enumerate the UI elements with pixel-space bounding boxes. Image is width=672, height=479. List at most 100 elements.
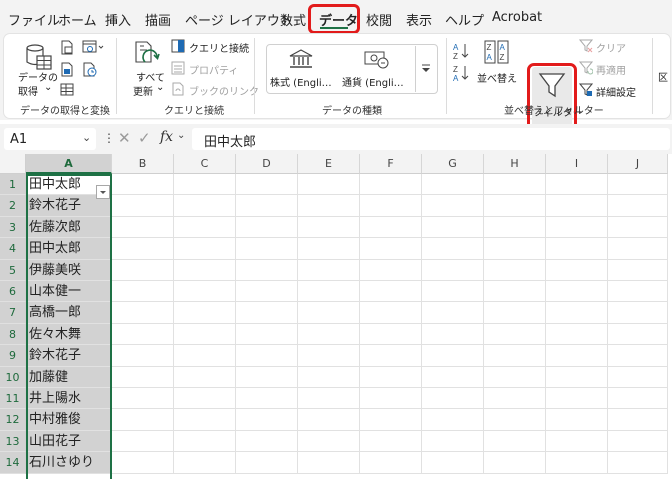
cell-h1[interactable] bbox=[484, 174, 546, 196]
row-header-5[interactable]: 5 bbox=[0, 259, 26, 281]
menu-help[interactable]: ヘルプ bbox=[445, 10, 484, 29]
cell-a10[interactable]: 加藤健 bbox=[26, 366, 112, 388]
cell-f12[interactable] bbox=[360, 409, 422, 431]
cell-i12[interactable] bbox=[546, 409, 608, 431]
formula-input[interactable]: 田中太郎 bbox=[192, 128, 670, 150]
cell-e14[interactable] bbox=[298, 452, 360, 474]
row-header-3[interactable]: 3 bbox=[0, 216, 26, 239]
cell-g6[interactable] bbox=[422, 281, 484, 303]
cell-d6[interactable] bbox=[236, 281, 298, 303]
cell-f13[interactable] bbox=[360, 430, 422, 453]
cell-j1[interactable] bbox=[608, 174, 668, 196]
cell-j2[interactable] bbox=[608, 195, 668, 217]
queries-connections-button[interactable]: クエリと接続 bbox=[189, 40, 249, 55]
cell-b9[interactable] bbox=[112, 345, 174, 367]
cell-c6[interactable] bbox=[174, 281, 236, 303]
cell-h7[interactable] bbox=[484, 302, 546, 324]
cell-h8[interactable] bbox=[484, 323, 546, 346]
menu-review[interactable]: 校閲 bbox=[366, 10, 392, 29]
cell-a5[interactable]: 伊藤美咲 bbox=[26, 259, 112, 281]
cell-j14[interactable] bbox=[608, 452, 668, 474]
cell-b5[interactable] bbox=[112, 259, 174, 281]
column-header-d[interactable]: D bbox=[236, 154, 298, 174]
row-header-4[interactable]: 4 bbox=[0, 238, 26, 260]
cell-c1[interactable] bbox=[174, 174, 236, 196]
column-header-c[interactable]: C bbox=[174, 154, 236, 174]
cell-d4[interactable] bbox=[236, 238, 298, 260]
cell-d1[interactable] bbox=[236, 174, 298, 196]
cell-e7[interactable] bbox=[298, 302, 360, 324]
cell-d9[interactable] bbox=[236, 345, 298, 367]
row-header-2[interactable]: 2 bbox=[0, 195, 26, 217]
currencies-button[interactable]: 通貨 (Engli… bbox=[342, 74, 404, 89]
cell-j9[interactable] bbox=[608, 345, 668, 367]
currencies-icon[interactable] bbox=[364, 48, 390, 70]
cell-e4[interactable] bbox=[298, 238, 360, 260]
cell-f7[interactable] bbox=[360, 302, 422, 324]
cell-f4[interactable] bbox=[360, 238, 422, 260]
cell-a14[interactable]: 石川さゆり bbox=[26, 452, 112, 474]
cell-a4[interactable]: 田中太郎 bbox=[26, 238, 112, 260]
cell-i8[interactable] bbox=[546, 323, 608, 346]
cell-e13[interactable] bbox=[298, 430, 360, 453]
advanced-filter-button[interactable]: 詳細設定 bbox=[596, 84, 636, 99]
sort-descending-icon[interactable]: Z A bbox=[452, 64, 470, 82]
column-header-i[interactable]: I bbox=[546, 154, 608, 174]
cell-h9[interactable] bbox=[484, 345, 546, 367]
cell-i13[interactable] bbox=[546, 430, 608, 453]
cell-e10[interactable] bbox=[298, 366, 360, 388]
cell-c7[interactable] bbox=[174, 302, 236, 324]
cell-f2[interactable] bbox=[360, 195, 422, 217]
cell-g8[interactable] bbox=[422, 323, 484, 346]
cell-a7[interactable]: 高橋一郎 bbox=[26, 302, 112, 324]
cancel-icon[interactable]: ✕ bbox=[118, 129, 131, 147]
cell-c8[interactable] bbox=[174, 323, 236, 346]
cell-f8[interactable] bbox=[360, 323, 422, 346]
column-header-e[interactable]: E bbox=[298, 154, 360, 174]
cell-a6[interactable]: 山本健一 bbox=[26, 281, 112, 303]
cell-a11[interactable]: 井上陽水 bbox=[26, 388, 112, 410]
row-header-13[interactable]: 13 bbox=[0, 430, 26, 453]
column-header-b[interactable]: B bbox=[112, 154, 174, 174]
insert-function-icon[interactable]: fx bbox=[160, 129, 173, 145]
sort-ascending-icon[interactable]: A Z bbox=[452, 42, 470, 60]
cell-e1[interactable] bbox=[298, 174, 360, 196]
cell-i9[interactable] bbox=[546, 345, 608, 367]
cell-h3[interactable] bbox=[484, 216, 546, 239]
cell-g1[interactable] bbox=[422, 174, 484, 196]
name-box-chevron-icon[interactable]: ⌄ bbox=[82, 131, 91, 144]
cell-b8[interactable] bbox=[112, 323, 174, 346]
refresh-all-icon[interactable] bbox=[132, 40, 160, 70]
cell-b7[interactable] bbox=[112, 302, 174, 324]
cell-i4[interactable] bbox=[546, 238, 608, 260]
cell-c13[interactable] bbox=[174, 430, 236, 453]
cell-g7[interactable] bbox=[422, 302, 484, 324]
menu-view[interactable]: 表示 bbox=[406, 10, 432, 29]
cell-j11[interactable] bbox=[608, 388, 668, 410]
name-box[interactable]: A1 ⌄ bbox=[4, 128, 96, 150]
cell-g12[interactable] bbox=[422, 409, 484, 431]
cell-j7[interactable] bbox=[608, 302, 668, 324]
cell-f9[interactable] bbox=[360, 345, 422, 367]
cell-j12[interactable] bbox=[608, 409, 668, 431]
menu-home[interactable]: ホーム bbox=[58, 10, 97, 29]
cell-j10[interactable] bbox=[608, 366, 668, 388]
cell-g5[interactable] bbox=[422, 259, 484, 281]
cell-d8[interactable] bbox=[236, 323, 298, 346]
cell-c14[interactable] bbox=[174, 452, 236, 474]
cell-b14[interactable] bbox=[112, 452, 174, 474]
cell-d7[interactable] bbox=[236, 302, 298, 324]
select-all-corner[interactable] bbox=[0, 154, 26, 174]
gallery-more-icon[interactable] bbox=[420, 62, 432, 74]
from-web-icon[interactable] bbox=[82, 40, 104, 55]
cell-d3[interactable] bbox=[236, 216, 298, 239]
cell-a13[interactable]: 山田花子 bbox=[26, 430, 112, 453]
cell-f10[interactable] bbox=[360, 366, 422, 388]
cell-d10[interactable] bbox=[236, 366, 298, 388]
cell-g4[interactable] bbox=[422, 238, 484, 260]
cell-g3[interactable] bbox=[422, 216, 484, 239]
row-header-6[interactable]: 6 bbox=[0, 281, 26, 303]
cell-a3[interactable]: 佐藤次郎 bbox=[26, 216, 112, 239]
cell-b11[interactable] bbox=[112, 388, 174, 410]
cell-c9[interactable] bbox=[174, 345, 236, 367]
